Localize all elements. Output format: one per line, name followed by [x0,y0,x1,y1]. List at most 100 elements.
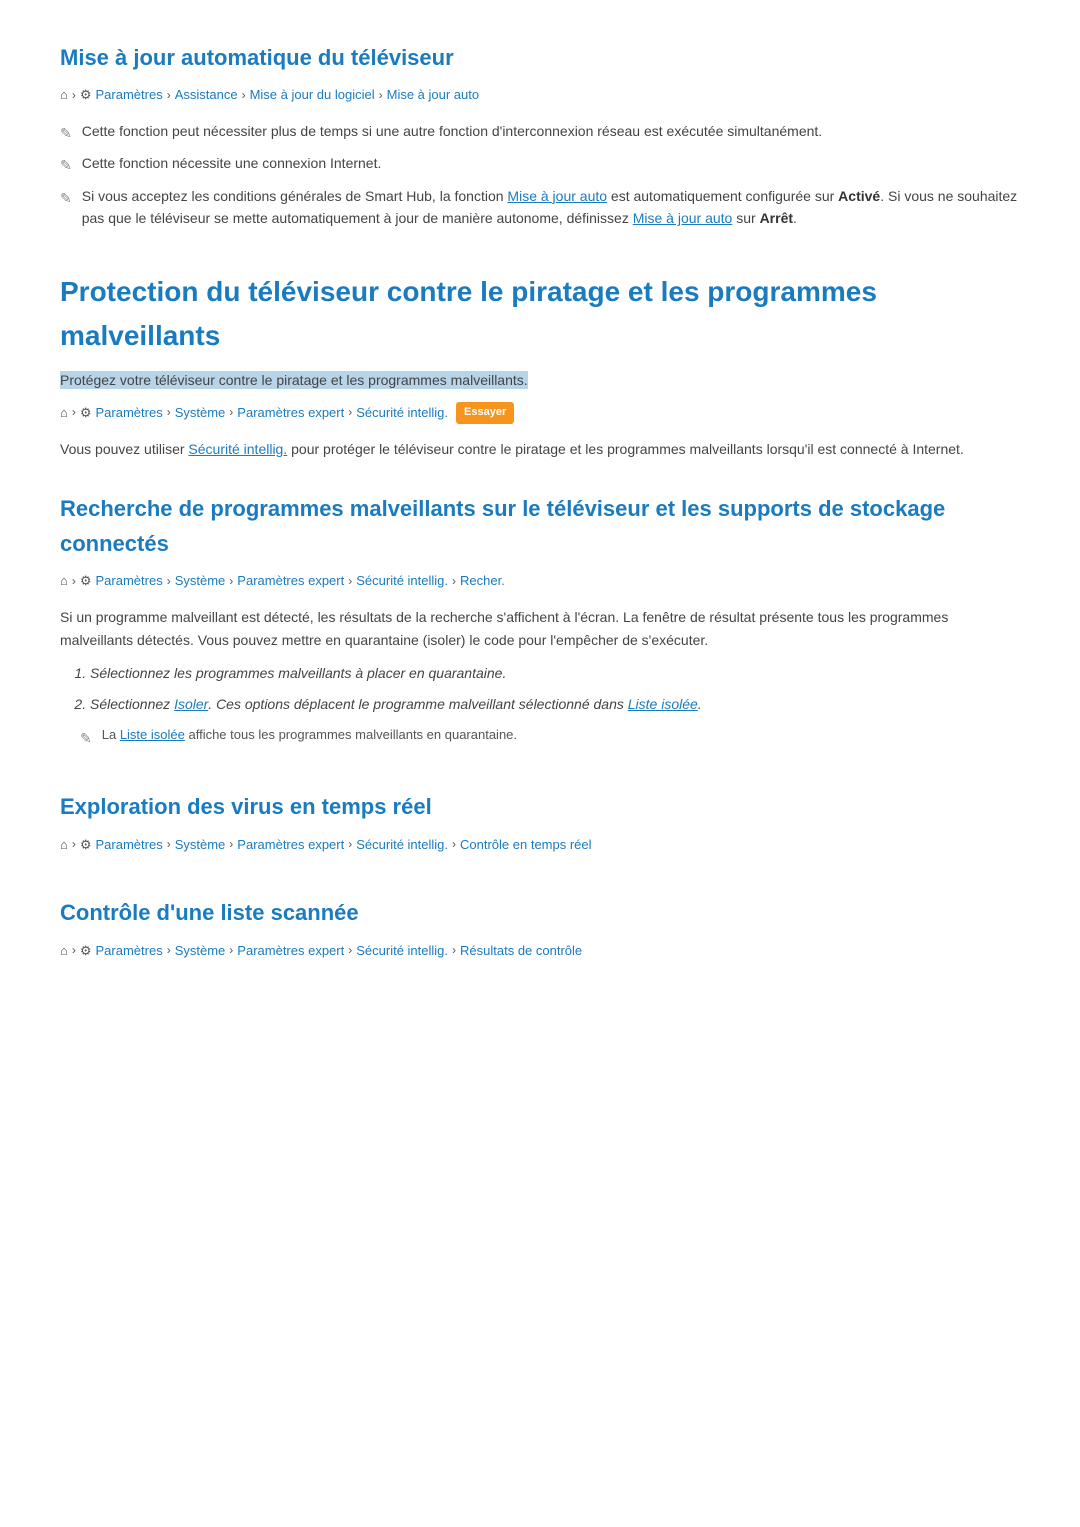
link-isoler[interactable]: Isoler [174,696,208,712]
gear-icon-3: ⚙ [80,571,92,592]
section3-title: Recherche de programmes malveillants sur… [60,491,1020,561]
breadcrumb-parametres-1[interactable]: Paramètres [96,85,163,106]
sep4-5: › [452,835,456,854]
home-icon: ⌂ [60,85,68,106]
breadcrumb-recher[interactable]: Recher. [460,571,505,592]
breadcrumb-parametres-2[interactable]: Paramètres [96,403,163,424]
breadcrumb-params-expert-5[interactable]: Paramètres expert [237,941,344,962]
breadcrumb-securite-4[interactable]: Sécurité intellig. [356,835,448,856]
note-text-1: Cette fonction peut nécessiter plus de t… [82,120,822,142]
section1-title: Mise à jour automatique du téléviseur [60,40,1020,75]
gear-icon-5: ⚙ [80,941,92,962]
steps-list: Sélectionnez les programmes malveillants… [90,662,1020,715]
link-securite-intellig[interactable]: Sécurité intellig. [188,441,287,457]
section-auto-update: Mise à jour automatique du téléviseur ⌂ … [60,40,1020,230]
link-liste-isolee-sub[interactable]: Liste isolée [120,727,185,742]
breadcrumb-maj-logiciel[interactable]: Mise à jour du logiciel [250,85,375,106]
breadcrumb-systeme-4[interactable]: Système [175,835,226,856]
breadcrumb-systeme-5[interactable]: Système [175,941,226,962]
breadcrumb-2: ⌂ › ⚙ Paramètres › Système › Paramètres … [60,402,1020,424]
sep2-1: › [72,403,76,422]
breadcrumb-params-expert-2[interactable]: Paramètres expert [237,403,344,424]
note-item-1: ✎ Cette fonction peut nécessiter plus de… [60,120,1020,144]
breadcrumb-5: ⌂ › ⚙ Paramètres › Système › Paramètres … [60,941,1020,962]
breadcrumb-params-expert-4[interactable]: Paramètres expert [237,835,344,856]
home-icon-5: ⌂ [60,941,68,962]
note-text-3: Si vous acceptez les conditions générale… [82,185,1020,230]
badge-essayer[interactable]: Essayer [456,402,514,424]
sep4-1: › [72,835,76,854]
sep3-5: › [452,572,456,591]
section5-title: Contrôle d'une liste scannée [60,895,1020,930]
sep4-2: › [167,835,171,854]
home-icon-4: ⌂ [60,835,68,856]
sep4-3: › [229,835,233,854]
breadcrumb-parametres-5[interactable]: Paramètres [96,941,163,962]
breadcrumb-systeme-3[interactable]: Système [175,571,226,592]
notes-list-1: ✎ Cette fonction peut nécessiter plus de… [60,120,1020,230]
sep2: › [167,86,171,105]
gear-icon-2: ⚙ [80,403,92,424]
breadcrumb-securite-3[interactable]: Sécurité intellig. [356,571,448,592]
breadcrumb-parametres-3[interactable]: Paramètres [96,571,163,592]
section2-body: Vous pouvez utiliser Sécurité intellig. … [60,438,1020,461]
link-maj-auto-2[interactable]: Mise à jour auto [633,210,733,226]
step-1: Sélectionnez les programmes malveillants… [90,662,1020,684]
breadcrumb-1: ⌂ › ⚙ Paramètres › Assistance › Mise à j… [60,85,1020,106]
breadcrumb-securite-2[interactable]: Sécurité intellig. [356,403,448,424]
section-protection: Protection du téléviseur contre le pirat… [60,270,1020,461]
note-item-2: ✎ Cette fonction nécessite une connexion… [60,152,1020,176]
pencil-icon-1: ✎ [60,122,72,144]
breadcrumb-parametres-4[interactable]: Paramètres [96,835,163,856]
step-2: Sélectionnez Isoler. Ces options déplace… [90,693,1020,715]
section2-highlight: Protégez votre téléviseur contre le pira… [60,369,1020,392]
sep4: › [379,86,383,105]
breadcrumb-4: ⌂ › ⚙ Paramètres › Système › Paramètres … [60,835,1020,856]
breadcrumb-resultats-controle[interactable]: Résultats de contrôle [460,941,582,962]
sep5-4: › [348,941,352,960]
breadcrumb-maj-auto[interactable]: Mise à jour auto [387,85,480,106]
section3-body: Si un programme malveillant est détecté,… [60,606,1020,652]
pencil-icon-3: ✎ [60,187,72,209]
text-active: Activé [838,188,880,204]
pencil-icon-sub: ✎ [80,727,92,749]
sep4-4: › [348,835,352,854]
section4-title: Exploration des virus en temps réel [60,789,1020,824]
highlight-span: Protégez votre téléviseur contre le pira… [60,371,528,389]
sep5-2: › [167,941,171,960]
breadcrumb-3: ⌂ › ⚙ Paramètres › Système › Paramètres … [60,571,1020,592]
link-liste-isolee[interactable]: Liste isolée [628,696,698,712]
sep2-2: › [167,403,171,422]
sub-note-text: La Liste isolée affiche tous les program… [102,725,517,746]
home-icon-3: ⌂ [60,571,68,592]
section-exploration-virus: Exploration des virus en temps réel ⌂ › … [60,789,1020,855]
breadcrumb-securite-5[interactable]: Sécurité intellig. [356,941,448,962]
sep2-3: › [229,403,233,422]
pencil-icon-2: ✎ [60,154,72,176]
sep3-3: › [229,572,233,591]
sep5-5: › [452,941,456,960]
note-item-3: ✎ Si vous acceptez les conditions généra… [60,185,1020,230]
text-arret: Arrêt [760,210,793,226]
gear-icon: ⚙ [80,85,92,106]
gear-icon-4: ⚙ [80,835,92,856]
sub-note-1: ✎ La Liste isolée affiche tous les progr… [80,725,1020,749]
section-recherche: Recherche de programmes malveillants sur… [60,491,1020,750]
sep3: › [242,86,246,105]
sep3-1: › [72,572,76,591]
home-icon-2: ⌂ [60,403,68,424]
sep3-4: › [348,572,352,591]
breadcrumb-controle-temps-reel[interactable]: Contrôle en temps réel [460,835,592,856]
section2-title: Protection du téléviseur contre le pirat… [60,270,1020,360]
breadcrumb-params-expert-3[interactable]: Paramètres expert [237,571,344,592]
sep1: › [72,86,76,105]
breadcrumb-assistance[interactable]: Assistance [175,85,238,106]
link-maj-auto-1[interactable]: Mise à jour auto [507,188,607,204]
breadcrumb-systeme-2[interactable]: Système [175,403,226,424]
sep5-1: › [72,941,76,960]
note-text-2: Cette fonction nécessite une connexion I… [82,152,382,174]
section-controle-liste: Contrôle d'une liste scannée ⌂ › ⚙ Param… [60,895,1020,961]
sep2-4: › [348,403,352,422]
sep3-2: › [167,572,171,591]
sep5-3: › [229,941,233,960]
